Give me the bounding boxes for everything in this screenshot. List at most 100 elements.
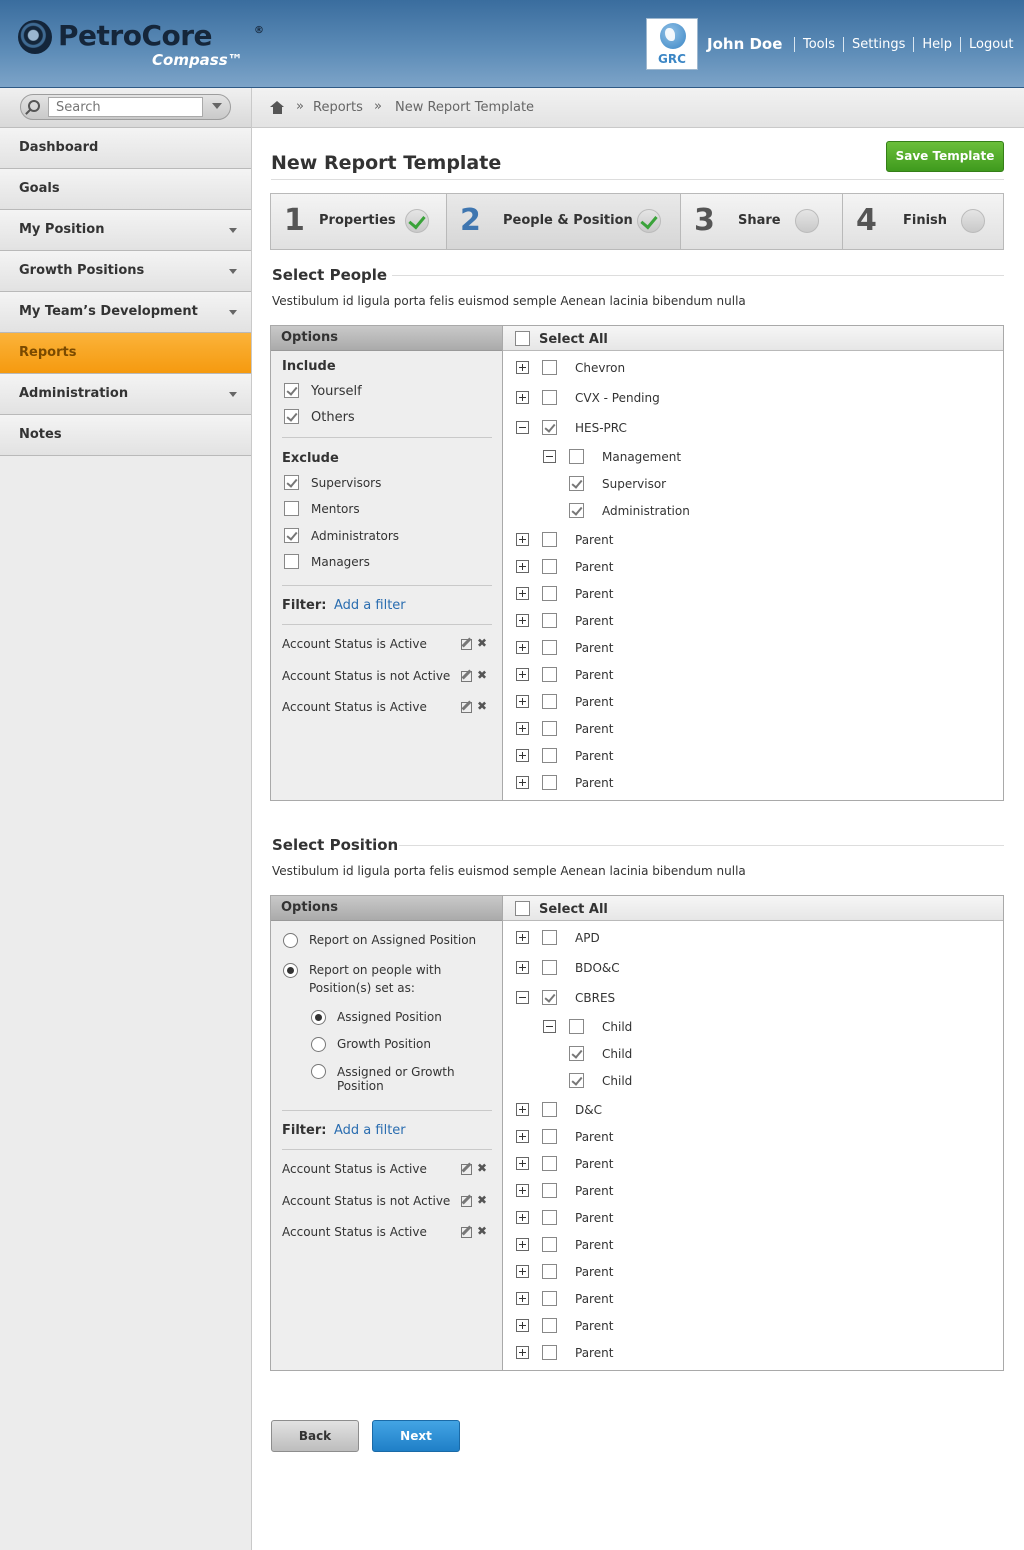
tree-checkbox[interactable] bbox=[542, 390, 557, 405]
sidebar-item-reports[interactable]: Reports bbox=[0, 333, 251, 374]
tree-checkbox[interactable] bbox=[542, 613, 557, 628]
tools-link[interactable]: Tools bbox=[794, 37, 843, 52]
edit-icon[interactable] bbox=[461, 671, 472, 682]
tree-checkbox[interactable] bbox=[542, 694, 557, 709]
close-icon[interactable]: ✖ bbox=[477, 636, 487, 650]
tree-checkbox[interactable] bbox=[542, 1210, 557, 1225]
tree-checkbox[interactable] bbox=[542, 748, 557, 763]
growth-position-radio[interactable] bbox=[311, 1037, 326, 1052]
tree-checkbox[interactable] bbox=[542, 1129, 557, 1144]
report-assigned-radio[interactable] bbox=[283, 933, 298, 948]
edit-icon[interactable] bbox=[461, 1196, 472, 1207]
tree-checkbox[interactable] bbox=[542, 1183, 557, 1198]
assigned-position-radio[interactable] bbox=[311, 1010, 326, 1025]
grc-badge[interactable]: GRC bbox=[646, 18, 698, 70]
back-button[interactable]: Back bbox=[271, 1420, 359, 1452]
sidebar-item-goals[interactable]: Goals bbox=[0, 169, 251, 210]
expand-icon[interactable] bbox=[516, 1319, 529, 1332]
close-icon[interactable]: ✖ bbox=[477, 699, 487, 713]
expand-icon[interactable] bbox=[516, 1130, 529, 1143]
settings-link[interactable]: Settings bbox=[843, 37, 913, 52]
collapse-icon[interactable] bbox=[543, 450, 556, 463]
tree-checkbox[interactable] bbox=[569, 476, 584, 491]
next-button[interactable]: Next bbox=[372, 1420, 460, 1452]
tree-checkbox[interactable] bbox=[569, 503, 584, 518]
search-icon[interactable] bbox=[28, 100, 40, 112]
assigned-or-growth-radio[interactable] bbox=[311, 1064, 326, 1079]
expand-icon[interactable] bbox=[516, 1103, 529, 1116]
expand-icon[interactable] bbox=[516, 1265, 529, 1278]
tree-checkbox[interactable] bbox=[542, 532, 557, 547]
sidebar-item-notes[interactable]: Notes bbox=[0, 415, 251, 456]
tree-checkbox[interactable] bbox=[542, 640, 557, 655]
tree-checkbox[interactable] bbox=[569, 449, 584, 464]
expand-icon[interactable] bbox=[516, 1211, 529, 1224]
tree-checkbox[interactable] bbox=[542, 960, 557, 975]
tree-checkbox[interactable] bbox=[542, 667, 557, 682]
tree-checkbox[interactable] bbox=[542, 721, 557, 736]
expand-icon[interactable] bbox=[516, 931, 529, 944]
home-icon[interactable] bbox=[270, 101, 285, 114]
sidebar-item-dashboard[interactable]: Dashboard bbox=[0, 128, 251, 169]
collapse-icon[interactable] bbox=[543, 1020, 556, 1033]
tree-checkbox[interactable] bbox=[542, 1318, 557, 1333]
expand-icon[interactable] bbox=[516, 391, 529, 404]
expand-icon[interactable] bbox=[516, 776, 529, 789]
exclude-administrators-checkbox[interactable] bbox=[284, 528, 299, 543]
select-all-checkbox[interactable] bbox=[515, 901, 530, 916]
edit-icon[interactable] bbox=[461, 639, 472, 650]
tree-checkbox[interactable] bbox=[542, 1156, 557, 1171]
expand-icon[interactable] bbox=[516, 614, 529, 627]
edit-icon[interactable] bbox=[461, 1164, 472, 1175]
expand-icon[interactable] bbox=[516, 722, 529, 735]
close-icon[interactable]: ✖ bbox=[477, 668, 487, 682]
help-link[interactable]: Help bbox=[913, 37, 960, 52]
report-people-radio[interactable] bbox=[283, 963, 298, 978]
sidebar-item-my-position[interactable]: My Position bbox=[0, 210, 251, 251]
close-icon[interactable]: ✖ bbox=[477, 1224, 487, 1238]
expand-icon[interactable] bbox=[516, 961, 529, 974]
tree-checkbox[interactable] bbox=[569, 1073, 584, 1088]
expand-icon[interactable] bbox=[516, 361, 529, 374]
edit-icon[interactable] bbox=[461, 1227, 472, 1238]
include-others-checkbox[interactable] bbox=[284, 409, 299, 424]
save-template-button[interactable]: Save Template bbox=[886, 141, 1004, 172]
tree-checkbox[interactable] bbox=[542, 930, 557, 945]
tree-checkbox[interactable] bbox=[569, 1046, 584, 1061]
tree-checkbox[interactable] bbox=[542, 1264, 557, 1279]
expand-icon[interactable] bbox=[516, 749, 529, 762]
tree-checkbox[interactable] bbox=[542, 420, 557, 435]
expand-icon[interactable] bbox=[516, 668, 529, 681]
breadcrumb-reports[interactable]: Reports bbox=[313, 100, 363, 115]
petrocore-logo[interactable]: PetroCore ® Compass™ bbox=[18, 19, 288, 69]
close-icon[interactable]: ✖ bbox=[477, 1161, 487, 1175]
expand-icon[interactable] bbox=[516, 560, 529, 573]
edit-icon[interactable] bbox=[461, 702, 472, 713]
expand-icon[interactable] bbox=[516, 533, 529, 546]
expand-icon[interactable] bbox=[516, 695, 529, 708]
logout-link[interactable]: Logout bbox=[960, 37, 1022, 52]
tree-checkbox[interactable] bbox=[542, 1237, 557, 1252]
tree-checkbox[interactable] bbox=[542, 990, 557, 1005]
sidebar-item-team-development[interactable]: My Team’s Development bbox=[0, 292, 251, 333]
tree-checkbox[interactable] bbox=[542, 1345, 557, 1360]
sidebar-item-growth-positions[interactable]: Growth Positions bbox=[0, 251, 251, 292]
include-yourself-checkbox[interactable] bbox=[284, 383, 299, 398]
tree-checkbox[interactable] bbox=[542, 1102, 557, 1117]
expand-icon[interactable] bbox=[516, 1292, 529, 1305]
tree-checkbox[interactable] bbox=[569, 1019, 584, 1034]
exclude-managers-checkbox[interactable] bbox=[284, 554, 299, 569]
sidebar-item-administration[interactable]: Administration bbox=[0, 374, 251, 415]
exclude-supervisors-checkbox[interactable] bbox=[284, 475, 299, 490]
expand-icon[interactable] bbox=[516, 587, 529, 600]
collapse-icon[interactable] bbox=[516, 421, 529, 434]
expand-icon[interactable] bbox=[516, 1238, 529, 1251]
tree-checkbox[interactable] bbox=[542, 559, 557, 574]
expand-icon[interactable] bbox=[516, 641, 529, 654]
user-name[interactable]: John Doe bbox=[707, 35, 782, 53]
tree-checkbox[interactable] bbox=[542, 775, 557, 790]
tree-checkbox[interactable] bbox=[542, 360, 557, 375]
select-all-checkbox[interactable] bbox=[515, 331, 530, 346]
step-share[interactable]: 3 Share bbox=[681, 194, 843, 249]
chevron-down-icon[interactable] bbox=[212, 103, 222, 109]
